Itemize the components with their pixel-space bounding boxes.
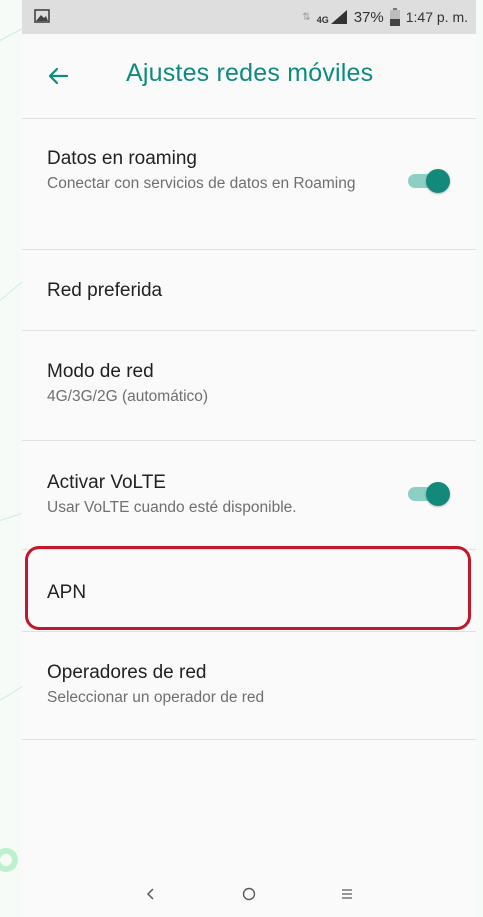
setting-title: Red preferida xyxy=(47,280,163,301)
app-bar: Ajustes redes móviles xyxy=(22,34,476,118)
apn-highlight-outline xyxy=(25,546,471,630)
setting-title: Modo de red xyxy=(47,361,154,382)
signal-icon xyxy=(330,10,347,24)
data-roaming-toggle[interactable] xyxy=(402,169,450,193)
clock: 1:47 p. m. xyxy=(405,9,468,25)
toggle-thumb xyxy=(426,482,450,506)
back-button[interactable] xyxy=(40,58,76,94)
phone-screen: ⇅ 4G 37% 1:47 p. m. Ajustes redes móvile… xyxy=(22,0,476,917)
setting-subtitle: Seleccionar un operador de red xyxy=(47,689,265,706)
volte-toggle[interactable] xyxy=(402,482,450,506)
menu-icon xyxy=(342,889,352,899)
settings-list: Datos en roaming Conectar con servicios … xyxy=(22,118,476,740)
status-right: ⇅ 4G 37% 1:47 p. m. xyxy=(302,0,468,34)
data-arrows-icon: ⇅ xyxy=(302,11,311,23)
arrow-left-icon xyxy=(48,67,69,85)
setting-subtitle: Usar VoLTE cuando esté disponible. xyxy=(47,499,297,516)
setting-title: Operadores de red xyxy=(47,662,207,683)
circle-icon xyxy=(242,887,256,901)
nav-home-button[interactable] xyxy=(239,884,259,904)
battery-percent: 37% xyxy=(353,8,384,26)
navigation-bar xyxy=(22,871,476,917)
setting-title: Activar VoLTE xyxy=(47,472,166,493)
battery-icon xyxy=(389,8,400,26)
decor-dot xyxy=(0,848,18,872)
chevron-left-icon xyxy=(146,888,154,900)
setting-title: Datos en roaming xyxy=(47,148,197,169)
nav-menu-button[interactable] xyxy=(337,884,357,904)
signal-group: 4G xyxy=(317,9,348,25)
setting-network-mode[interactable]: Modo de red 4G/3G/2G (automático) xyxy=(22,331,476,441)
screenshot-frame: ⇅ 4G 37% 1:47 p. m. Ajustes redes móvile… xyxy=(0,0,483,917)
setting-network-operators[interactable]: Operadores de red Seleccionar un operado… xyxy=(22,632,476,740)
page-title: Ajustes redes móviles xyxy=(126,59,374,87)
nav-back-button[interactable] xyxy=(141,884,161,904)
setting-subtitle: 4G/3G/2G (automático) xyxy=(47,388,209,405)
status-bar: ⇅ 4G 37% 1:47 p. m. xyxy=(22,0,476,34)
notification-image-icon xyxy=(34,9,50,23)
setting-preferred-network[interactable]: Red preferida xyxy=(22,250,476,331)
network-type: 4G xyxy=(316,15,329,25)
setting-data-roaming[interactable]: Datos en roaming Conectar con servicios … xyxy=(22,119,476,250)
setting-subtitle: Conectar con servicios de datos en Roami… xyxy=(47,175,356,192)
toggle-thumb xyxy=(426,169,450,193)
setting-volte[interactable]: Activar VoLTE Usar VoLTE cuando esté dis… xyxy=(22,441,476,550)
